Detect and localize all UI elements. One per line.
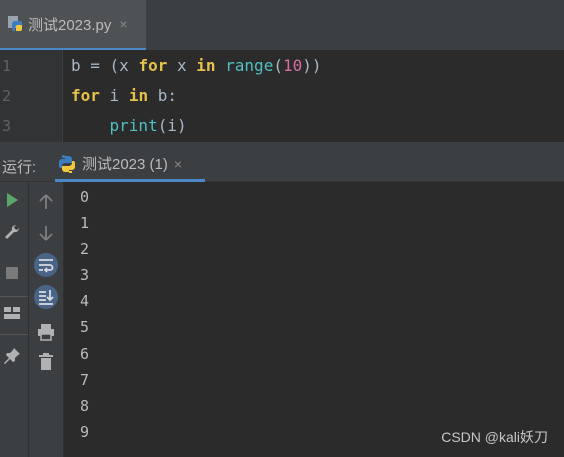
line-number: 1: [2, 57, 12, 75]
code-line[interactable]: b = (x for x in range(10)): [71, 56, 322, 75]
watermark: CSDN @kali妖刀: [441, 429, 548, 445]
code-token: for: [138, 56, 168, 75]
code-editor[interactable]: 1 2 3 b = (x for x in range(10)) for i i…: [0, 50, 564, 142]
run-label: 运行:: [2, 159, 37, 176]
output-line: 0: [80, 188, 90, 206]
code-token: in: [128, 86, 149, 105]
code-token: in: [196, 56, 216, 75]
code-token: i: [99, 86, 129, 105]
code-token: (i): [157, 116, 187, 135]
code-token: print: [109, 116, 158, 135]
scroll-to-end-icon[interactable]: [33, 284, 59, 310]
trash-icon[interactable]: [38, 353, 54, 371]
python-file-icon: [8, 16, 22, 31]
output-line: 9: [80, 423, 90, 441]
close-icon[interactable]: ×: [119, 16, 127, 32]
down-arrow-icon[interactable]: [38, 224, 54, 242]
output-line: 5: [80, 318, 90, 336]
code-token: (: [273, 56, 283, 75]
up-arrow-icon[interactable]: [38, 193, 54, 211]
output-line: 2: [80, 240, 90, 258]
run-toolbar-primary: [0, 182, 29, 457]
rerun-icon[interactable]: [4, 192, 20, 208]
layout-icon[interactable]: [3, 306, 21, 320]
pin-icon[interactable]: [3, 347, 21, 365]
output-line: 3: [80, 266, 90, 284]
editor-tab-title: 测试2023.py: [28, 16, 112, 34]
soft-wrap-icon[interactable]: [33, 252, 59, 278]
python-run-icon: [59, 154, 75, 173]
code-token: b:: [148, 86, 177, 105]
code-line[interactable]: for i in b:: [71, 86, 177, 105]
line-number-gutter: 1 2 3: [0, 50, 63, 142]
stop-icon[interactable]: [5, 266, 19, 280]
output-line: 8: [80, 397, 90, 415]
output-line: 7: [80, 371, 90, 389]
output-line: 1: [80, 214, 90, 232]
run-tab-title: 测试2023 (1): [82, 156, 168, 173]
print-icon[interactable]: [37, 323, 55, 341]
console-output[interactable]: 0 1 2 3 4 5 6 7 8 9: [64, 182, 564, 457]
line-number: 3: [2, 117, 12, 135]
code-token: b = (x: [71, 56, 139, 75]
wrench-icon[interactable]: [3, 223, 21, 241]
editor-tab[interactable]: 测试2023.py ×: [0, 0, 146, 50]
editor-tab-bar: 测试2023.py ×: [0, 0, 564, 50]
code-token: )): [302, 56, 322, 75]
code-token: 10: [282, 56, 303, 75]
code-token: x: [167, 56, 197, 75]
output-line: 4: [80, 292, 90, 310]
close-icon[interactable]: ×: [174, 156, 182, 172]
code-line[interactable]: print(i): [71, 116, 187, 135]
run-tab[interactable]: 测试2023 (1) ×: [55, 148, 205, 182]
toolbar-separator: [0, 334, 28, 335]
run-panel-header: 运行: 测试2023 (1) ×: [0, 148, 564, 182]
code-token: for: [71, 86, 100, 105]
code-token: range: [225, 56, 274, 75]
run-toolbar-secondary: [29, 182, 64, 457]
output-line: 6: [80, 345, 90, 363]
line-number: 2: [2, 87, 12, 105]
toolbar-separator: [0, 296, 28, 297]
